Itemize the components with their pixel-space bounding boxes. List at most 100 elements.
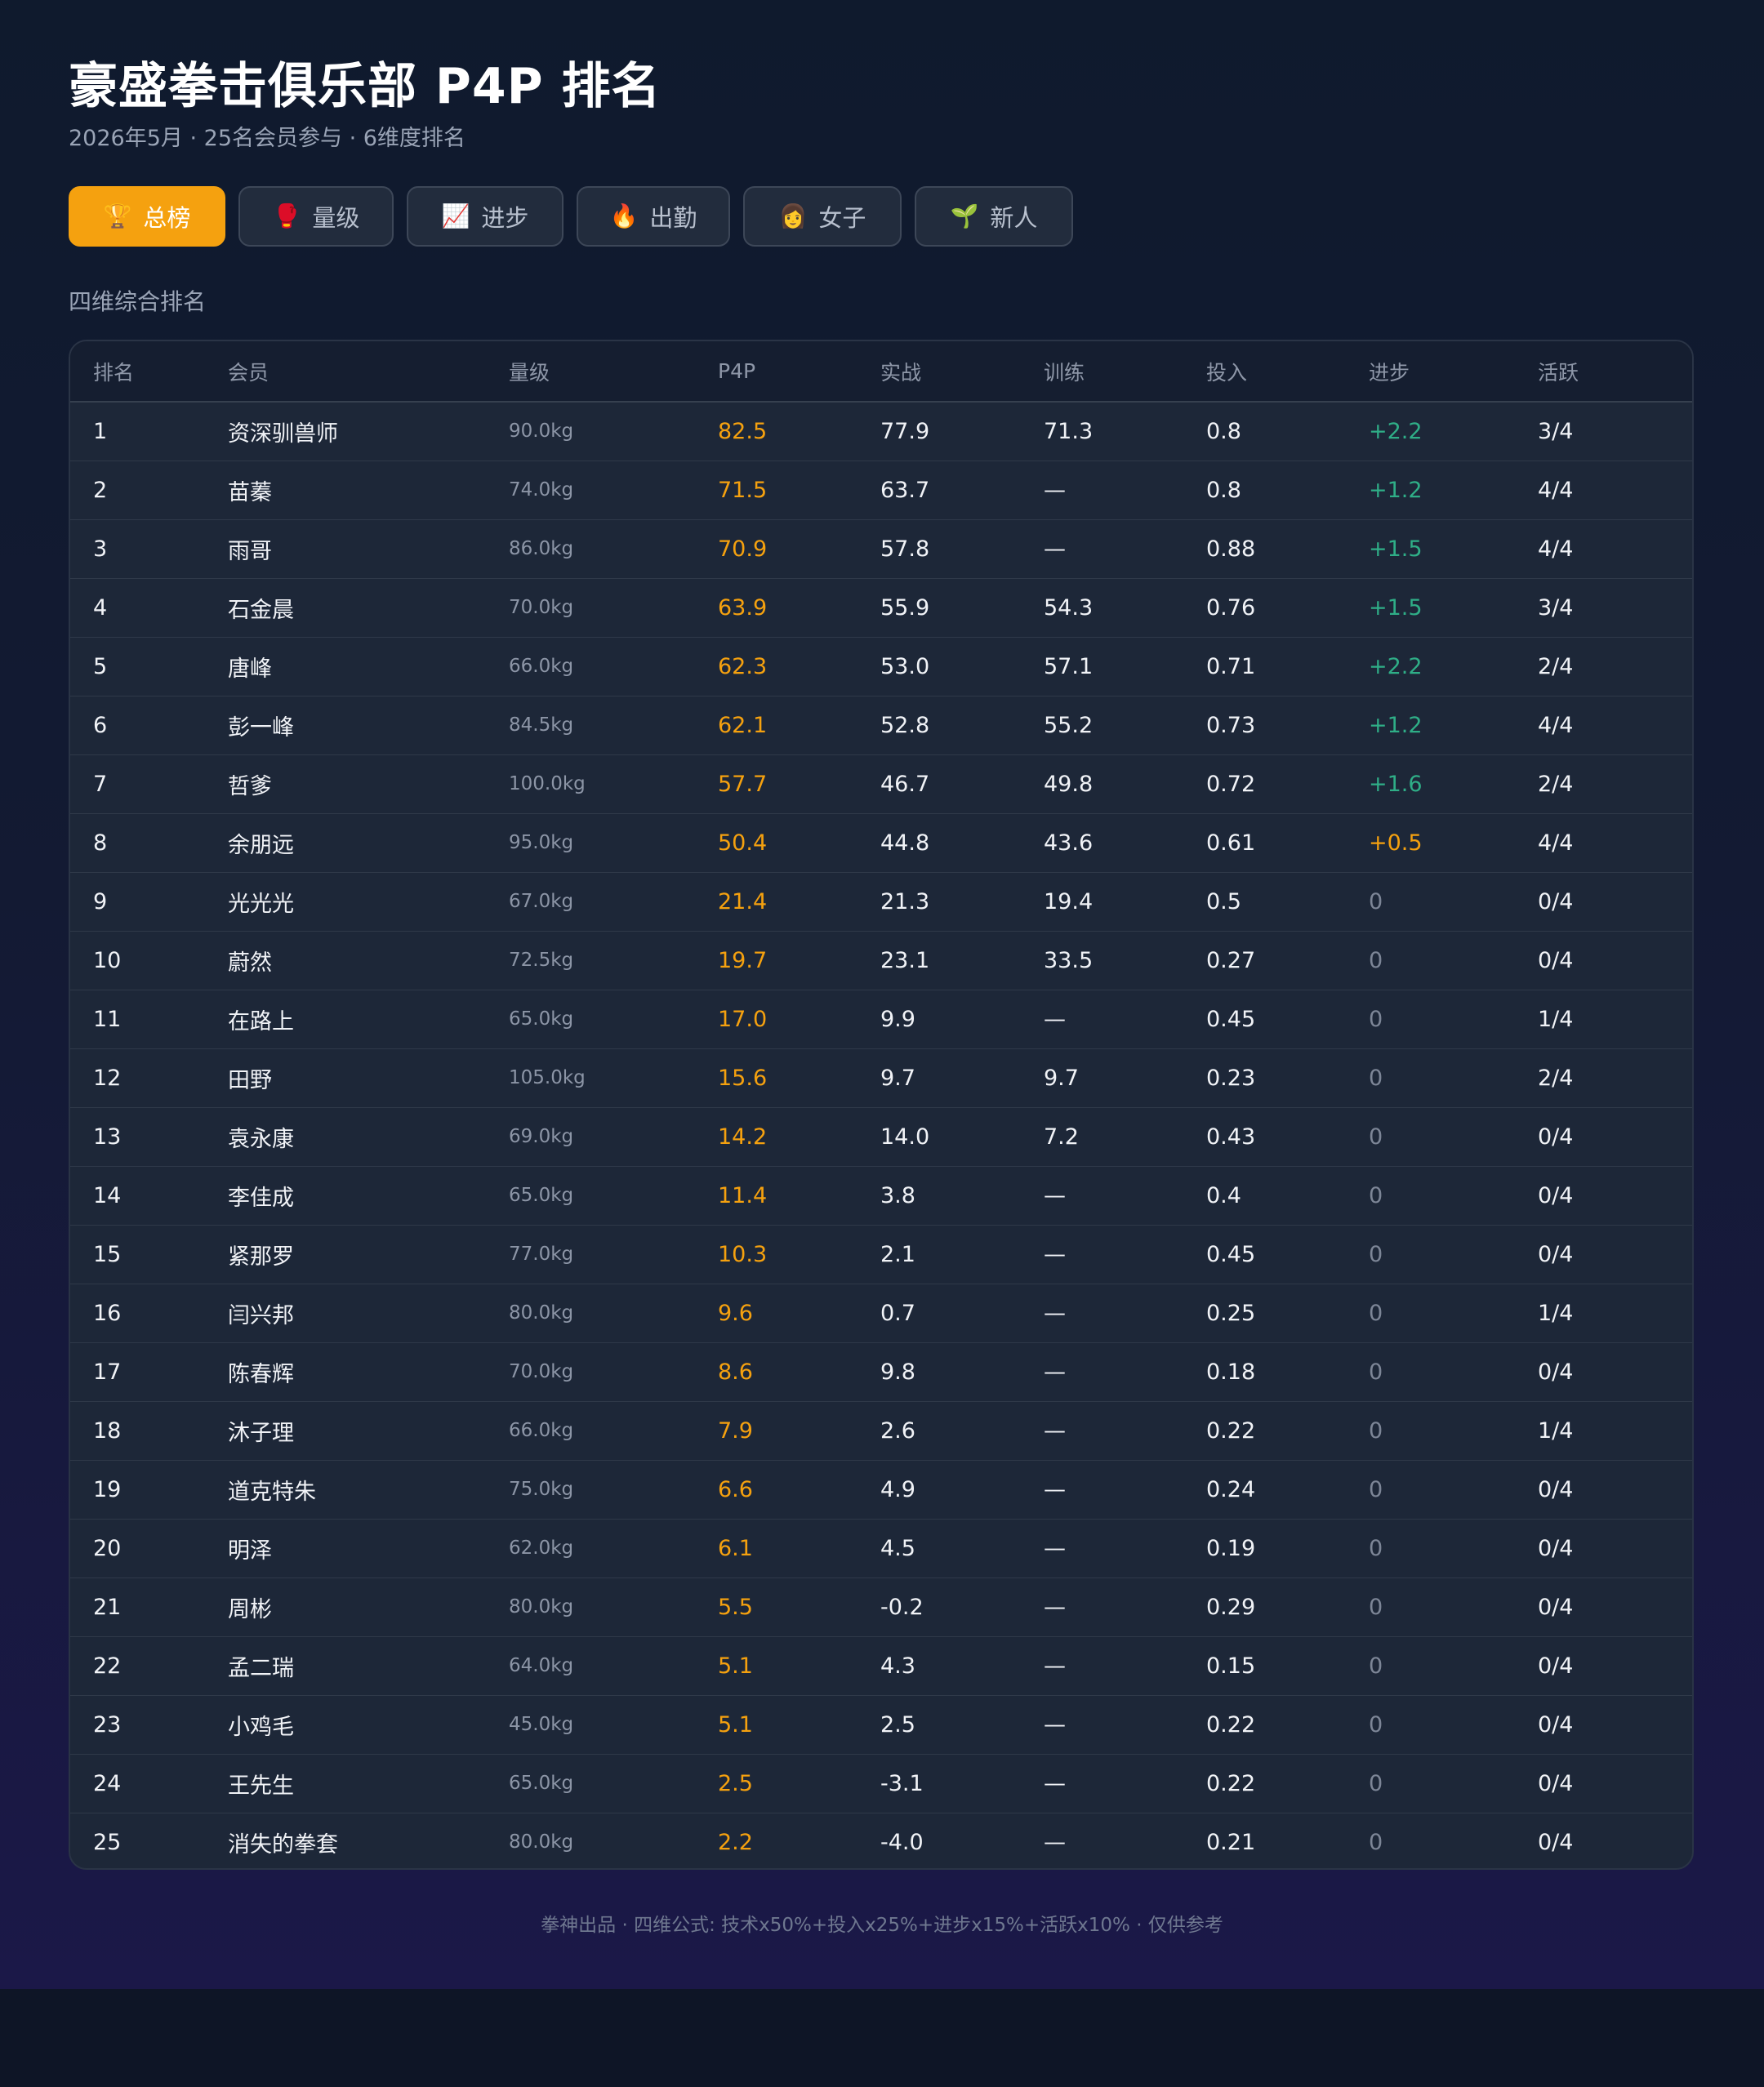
table-row[interactable]: 14 李佳成 65.0kg 11.4 3.8—0.4 0 0/4 bbox=[70, 1165, 1692, 1225]
cell-training-score: 9.7 bbox=[1044, 1048, 1206, 1107]
table-row[interactable]: 19 道克特朱 75.0kg 6.6 4.9—0.24 0 0/4 bbox=[70, 1459, 1692, 1519]
cell-progress-score: 0 bbox=[1369, 1224, 1538, 1284]
table-row[interactable]: 15 紧那罗 77.0kg 10.3 2.1—0.45 0 0/4 bbox=[70, 1224, 1692, 1284]
table-row[interactable]: 24 王先生 65.0kg 2.5 -3.1—0.22 0 0/4 bbox=[70, 1753, 1692, 1813]
cell-p4p-score: 70.9 bbox=[718, 518, 880, 578]
table-row[interactable]: 1 资深驯兽师 90.0kg 82.5 77.9 71.3 0.8 +2.2 3/4 bbox=[70, 402, 1692, 461]
table-row[interactable]: 3 雨哥 86.0kg 70.9 57.8—0.88 +1.5 4/4 bbox=[70, 518, 1692, 578]
cell-p4p-score: 6.6 bbox=[718, 1459, 880, 1519]
cell-activity-score: 2/4 bbox=[1538, 1048, 1692, 1107]
cell-progress-score: 0 bbox=[1369, 930, 1538, 990]
cell-member-name: 田野 bbox=[228, 1048, 509, 1107]
cell-weight: 105.0kg bbox=[509, 1048, 718, 1107]
table-row[interactable]: 17 陈春辉 70.0kg 8.6 9.8—0.18 0 0/4 bbox=[70, 1342, 1692, 1401]
tab-women[interactable]: 👩 女子 bbox=[743, 186, 902, 247]
cell-investment-score: 0.5 bbox=[1206, 871, 1369, 931]
table-row[interactable]: 12 田野 105.0kg 15.6 9.7 9.7 0.23 0 2/4 bbox=[70, 1048, 1692, 1107]
table-row[interactable]: 25 消失的拳套 80.0kg 2.2 -4.0—0.21 0 0/4 bbox=[70, 1812, 1692, 1868]
cell-p4p-score: 7.9 bbox=[718, 1400, 880, 1460]
cell-weight: 72.5kg bbox=[509, 930, 718, 990]
cell-activity-score: 1/4 bbox=[1538, 1400, 1692, 1460]
cell-weight: 80.0kg bbox=[509, 1812, 718, 1868]
cell-p4p-score: 17.0 bbox=[718, 989, 880, 1048]
cell-training-score: — bbox=[1044, 518, 1206, 578]
cell-rank: 16 bbox=[70, 1283, 228, 1342]
cell-member-name: 苗蓁 bbox=[228, 460, 509, 519]
table-row[interactable]: 5 唐峰 66.0kg 62.3 53.0 57.1 0.71 +2.2 2/4 bbox=[70, 636, 1692, 696]
table-row[interactable]: 10 蔚然 72.5kg 19.7 23.1 33.5 0.27 0 0/4 bbox=[70, 930, 1692, 990]
col-header-p4p[interactable]: P4P bbox=[718, 341, 880, 403]
cell-p4p-score: 21.4 bbox=[718, 871, 880, 931]
tab-weight-class[interactable]: 🥊 量级 bbox=[238, 186, 394, 247]
cell-investment-score: 0.76 bbox=[1206, 577, 1369, 637]
table-row[interactable]: 13 袁永康 69.0kg 14.2 14.0 7.2 0.43 0 0/4 bbox=[70, 1106, 1692, 1166]
table-row[interactable]: 20 明泽 62.0kg 6.1 4.5—0.19 0 0/4 bbox=[70, 1518, 1692, 1577]
col-header-member[interactable]: 会员 bbox=[228, 341, 509, 403]
table-row[interactable]: 23 小鸡毛 45.0kg 5.1 2.5—0.22 0 0/4 bbox=[70, 1694, 1692, 1754]
cell-p4p-score: 62.3 bbox=[718, 636, 880, 696]
cell-investment-score: 0.22 bbox=[1206, 1753, 1369, 1813]
col-header-rank[interactable]: 排名 bbox=[70, 341, 228, 403]
cell-rank: 22 bbox=[70, 1635, 228, 1695]
cell-investment-score: 0.72 bbox=[1206, 754, 1369, 813]
cell-progress-score: 0 bbox=[1369, 1753, 1538, 1813]
cell-progress-score: 0 bbox=[1369, 1165, 1538, 1225]
cell-weight: 84.5kg bbox=[509, 695, 718, 754]
col-header-weight[interactable]: 量级 bbox=[509, 341, 718, 403]
cell-training-score: 57.1 bbox=[1044, 636, 1206, 696]
table-row[interactable]: 21 周彬 80.0kg 5.5 -0.2—0.29 0 0/4 bbox=[70, 1577, 1692, 1636]
cell-progress-score: 0 bbox=[1369, 1812, 1538, 1868]
cell-weight: 66.0kg bbox=[509, 1400, 718, 1460]
table-row[interactable]: 11 在路上 65.0kg 17.0 9.9—0.45 0 1/4 bbox=[70, 989, 1692, 1048]
col-header-activity[interactable]: 活跃 bbox=[1538, 341, 1692, 403]
cell-combat-score: 2.1 bbox=[880, 1224, 1044, 1284]
cell-p4p-score: 50.4 bbox=[718, 812, 880, 872]
cell-investment-score: 0.23 bbox=[1206, 1048, 1369, 1107]
col-header-investment[interactable]: 投入 bbox=[1206, 341, 1369, 403]
cell-p4p-score: 14.2 bbox=[718, 1106, 880, 1166]
table-row[interactable]: 7 哲爹 100.0kg 57.7 46.7 49.8 0.72 +1.6 2/4 bbox=[70, 754, 1692, 813]
col-header-training[interactable]: 训练 bbox=[1044, 341, 1206, 403]
table-row[interactable]: 2 苗蓁 74.0kg 71.5 63.7—0.8 +1.2 4/4 bbox=[70, 460, 1692, 519]
cell-progress-score: 0 bbox=[1369, 1518, 1538, 1577]
cell-p4p-score: 9.6 bbox=[718, 1283, 880, 1342]
tab-label: 进步 bbox=[481, 204, 529, 232]
cell-investment-score: 0.45 bbox=[1206, 989, 1369, 1048]
cell-member-name: 陈春辉 bbox=[228, 1342, 509, 1401]
tab-attendance[interactable]: 🔥 出勤 bbox=[577, 186, 730, 247]
table-row[interactable]: 6 彭一峰 84.5kg 62.1 52.8 55.2 0.73 +1.2 4/4 bbox=[70, 695, 1692, 754]
cell-training-score: 71.3 bbox=[1044, 418, 1094, 444]
cell-combat-score: 21.3 bbox=[880, 871, 1044, 931]
col-header-progress[interactable]: 进步 bbox=[1369, 341, 1538, 403]
tab-newcomers[interactable]: 🌱 新人 bbox=[915, 186, 1073, 247]
cell-investment-score: 0.73 bbox=[1206, 695, 1369, 754]
fire-icon: 🔥 bbox=[609, 202, 639, 229]
table-row[interactable]: 4 石金晨 70.0kg 63.9 55.9 54.3 0.76 +1.5 3/4 bbox=[70, 577, 1692, 637]
table-row[interactable]: 22 孟二瑞 64.0kg 5.1 4.3—0.15 0 0/4 bbox=[70, 1635, 1692, 1695]
cell-training-score: 7.2 bbox=[1044, 1106, 1206, 1166]
cell-activity-score: 0/4 bbox=[1538, 1342, 1692, 1401]
cell-member-name: 在路上 bbox=[228, 989, 509, 1048]
table-row[interactable]: 18 沐子理 66.0kg 7.9 2.6—0.22 0 1/4 bbox=[70, 1400, 1692, 1460]
tab-label: 新人 bbox=[990, 204, 1038, 232]
cell-member-name: 余朋远 bbox=[228, 812, 509, 872]
cell-combat-score: 52.8 bbox=[880, 695, 1044, 754]
tab-label: 出勤 bbox=[649, 204, 697, 232]
cell-p4p-score: 57.7 bbox=[718, 754, 880, 813]
cell-weight: 80.0kg bbox=[509, 1283, 718, 1342]
cell-p4p-score: 10.3 bbox=[718, 1224, 880, 1284]
cell-rank: 14 bbox=[70, 1165, 228, 1225]
cell-weight: 75.0kg bbox=[509, 1459, 718, 1519]
table-row[interactable]: 8 余朋远 95.0kg 50.4 44.8 43.6 0.61 +0.5 4/4 bbox=[70, 812, 1692, 872]
cell-rank: 23 bbox=[70, 1694, 228, 1754]
table-row[interactable]: 16 闫兴邦 80.0kg 9.6 0.7—0.25 0 1/4 bbox=[70, 1283, 1692, 1342]
cell-rank: 13 bbox=[70, 1106, 228, 1166]
table-row[interactable]: 9 光光光 67.0kg 21.4 21.3 19.4 0.5 0 0/4 bbox=[70, 871, 1692, 931]
tab-overall[interactable]: 🏆 总榜 bbox=[69, 186, 225, 247]
tab-progress[interactable]: 📈 进步 bbox=[407, 186, 564, 247]
cell-weight: 67.0kg bbox=[509, 871, 718, 931]
seedling-icon: 🌱 bbox=[950, 202, 979, 229]
cell-progress-score: 0 bbox=[1369, 1577, 1538, 1636]
col-header-combat[interactable]: 实战 bbox=[880, 341, 1044, 403]
cell-investment-score: 0.88 bbox=[1206, 518, 1369, 578]
